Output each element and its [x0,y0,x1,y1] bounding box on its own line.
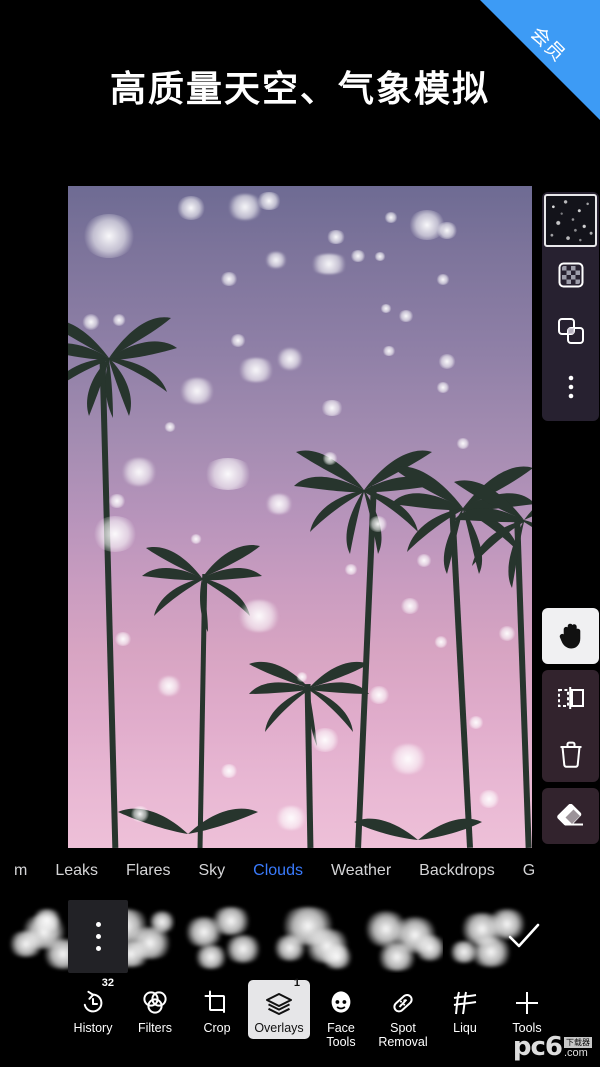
plus-icon [514,986,540,1016]
cloud-puff [208,907,254,935]
overlay-category-tabs[interactable]: m Leaks Flares Sky Clouds Weather Backdrops G [0,855,600,887]
bottom-tool-label: Overlays [254,1021,304,1035]
overlay-layer-thumbnail[interactable] [544,194,597,247]
bottom-tool-label: Crop [203,1021,231,1035]
tab-sky[interactable]: Sky [184,862,239,880]
tab-clouds[interactable]: Clouds [239,862,317,880]
cloud-puff [192,945,230,969]
face-icon [329,986,353,1016]
filters-circles-icon [141,986,169,1016]
bottom-tool-face-tools[interactable]: Face Tools [310,980,372,1053]
site-watermark: pc6 下载器 .com [512,1032,592,1062]
edit-tools-panel[interactable] [542,608,599,844]
tab-weather[interactable]: Weather [317,862,405,880]
liquify-grid-icon [452,986,478,1016]
watermark-brand: pc6 [512,1032,563,1062]
flip-horizontal-icon [557,687,584,709]
trash-icon [560,741,581,768]
bottom-tool-tools[interactable]: Tools [496,980,558,1039]
cloud-puff [271,935,309,961]
palm-trees-silhouette [68,317,532,848]
bottom-tool-label: Filters [137,1021,173,1035]
more-overlays-button[interactable] [68,900,128,973]
more-vertical-icon [95,922,101,951]
bottom-tool-label: Face Tools [326,1021,356,1049]
bottom-tool-overlays[interactable]: 1 Overlays [248,977,310,1039]
tab-flares[interactable]: Flares [112,862,184,880]
tab-leaks[interactable]: Leaks [41,862,112,880]
layer-tools-panel[interactable] [542,192,599,421]
cloud-puff [147,911,176,933]
checkerboard-icon [558,262,583,288]
badge-count: 1 [293,977,300,989]
bottom-tool-filters[interactable]: Filters [124,980,186,1039]
bottom-tool-crop[interactable]: Crop [186,980,248,1039]
vip-corner-ribbon[interactable]: 会员 [480,0,600,120]
tab-backdrops[interactable]: Backdrops [405,862,509,880]
watermark-domain: .com [564,1047,588,1059]
bottom-toolbar[interactable]: 32 History Filters Crop 1 Overlays Face Tools S… [0,976,600,1067]
checkmark-icon [508,923,540,947]
eraser-tool-button[interactable] [542,788,599,844]
cloud-overlay-thumbnail-4[interactable] [267,901,354,973]
bottom-tool-label: Liqu [453,1021,477,1035]
cloud-puff [447,941,481,963]
bottom-tool-label: Spot Removal [378,1021,428,1049]
flip-tool-button[interactable] [542,670,599,726]
bandage-icon [389,986,417,1016]
tab-g[interactable]: G [509,862,549,880]
crop-icon [204,986,230,1016]
layers-icon [265,986,293,1016]
bottom-tool-liqu[interactable]: Liqu [434,980,496,1039]
cloud-overlay-thumbnail-3[interactable] [178,901,265,973]
cloud-overlay-thumbnail-5[interactable] [356,901,443,973]
apply-checkmark-button[interactable] [496,900,552,973]
cloud-puff [30,909,64,931]
blend-mode-button[interactable] [542,247,599,303]
more-vertical-icon [568,375,573,399]
layer-more-button[interactable] [542,359,599,415]
duplicate-layer-button[interactable] [542,303,599,359]
cloud-puff [319,945,354,969]
undo-history-icon [80,986,106,1016]
bottom-tool-spot-removal[interactable]: Spot Removal [372,980,434,1053]
badge-count: 32 [101,977,114,989]
delete-tool-button[interactable] [542,726,599,782]
photo-canvas[interactable] [68,186,532,848]
pan-tool-button[interactable] [542,608,599,664]
duplicate-layers-icon [557,318,584,344]
eraser-icon [556,804,583,826]
hand-icon [559,623,580,649]
tab-m[interactable]: m [0,862,41,880]
bottom-tool-history[interactable]: 32 History [62,977,124,1039]
cloud-puff [412,935,443,961]
bottom-tool-label: History [73,1021,113,1035]
